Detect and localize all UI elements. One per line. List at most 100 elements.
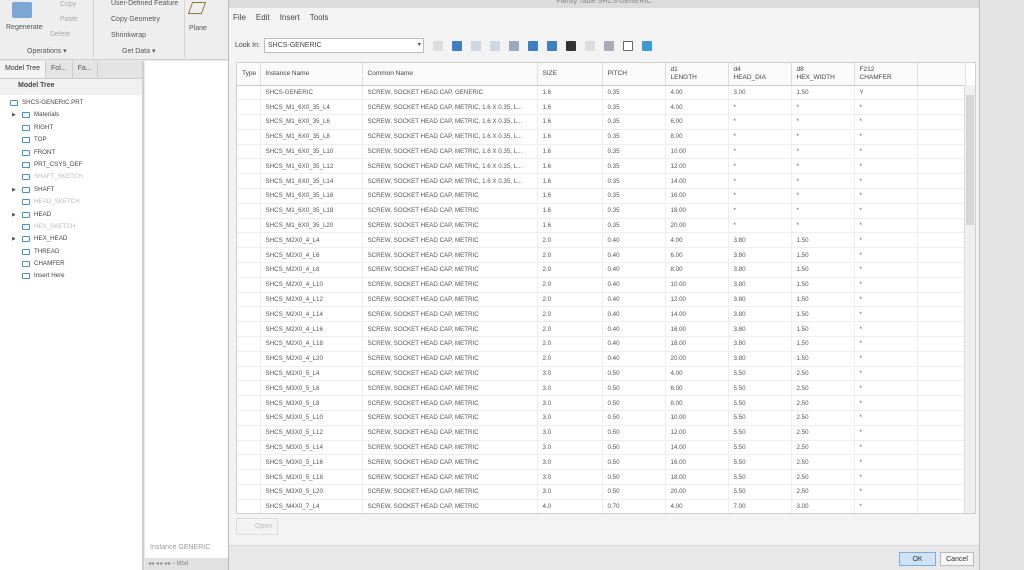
table-cell[interactable]: * (728, 144, 792, 160)
table-cell[interactable]: * (728, 203, 792, 219)
table-cell[interactable]: 5.50 (728, 454, 792, 471)
table-row[interactable]: SHCS_M2X0_4_L14 SCREW, SOCKET HEAD CAP, M… (237, 306, 966, 323)
table-cell[interactable]: SHCS_M1_6X0_35_L16 (260, 188, 363, 204)
table-cell[interactable]: 2.0 (537, 277, 603, 293)
table-cell[interactable]: SCREW, SOCKET HEAD CAP, METRIC (362, 484, 538, 500)
table-row[interactable]: SHCS_M2X0_4_L8 SCREW, SOCKET HEAD CAP, ME… (237, 262, 966, 278)
table-cell[interactable]: SHCS_M3X0_5_L10 (260, 410, 363, 426)
tree-item[interactable]: ▶ HEAD (0, 209, 142, 221)
table-cell[interactable]: 0.50 (602, 410, 666, 426)
udf-button[interactable]: User-Defined Feature (111, 0, 178, 7)
table-cell[interactable]: SHCS_M1_6X0_35_L4 (260, 99, 363, 116)
table-cell[interactable]: 10.00 (665, 277, 729, 293)
table-cell[interactable]: * (728, 129, 792, 145)
table-cell[interactable]: 0.40 (602, 247, 666, 264)
table-row[interactable]: SHCS_M3X0_5_L4 SCREW, SOCKET HEAD CAP, ME… (237, 366, 966, 382)
table-row[interactable]: SHCS_M2X0_4_L16 SCREW, SOCKET HEAD CAP, M… (237, 321, 966, 338)
table-cell[interactable]: 0.35 (602, 203, 666, 219)
table-cell[interactable] (237, 203, 261, 219)
get-data-group[interactable]: Get Data ▾ (122, 47, 155, 55)
regenerate-button[interactable]: Regenerate (6, 24, 43, 31)
table-cell[interactable]: 1.50 (791, 262, 855, 278)
table-cell[interactable]: 0.50 (602, 380, 666, 397)
table-cell[interactable]: SCREW, SOCKET HEAD CAP, METRIC (362, 351, 538, 367)
table-cell[interactable] (237, 173, 261, 190)
tree-item[interactable]: SHCS-GENERIC.PRT (0, 97, 142, 109)
table-cell[interactable]: * (854, 129, 918, 145)
table-cell[interactable]: SHCS_M2X0_4_L16 (260, 321, 363, 338)
table-cell[interactable]: 0.35 (602, 114, 666, 130)
tree-item[interactable]: ▶ Materials (0, 109, 142, 121)
cut-icon[interactable] (451, 40, 462, 51)
table-row[interactable]: SHCS_M2X0_4_L10 SCREW, SOCKET HEAD CAP, M… (237, 277, 966, 293)
table-row[interactable]: SHCS_M3X0_5_L6 SCREW, SOCKET HEAD CAP, ME… (237, 380, 966, 397)
table-cell[interactable]: * (791, 188, 855, 204)
table-cell[interactable]: SHCS_M2X0_4_L14 (260, 306, 363, 323)
table-cell[interactable]: 0.50 (602, 395, 666, 412)
table-cell[interactable]: SCREW, SOCKET HEAD CAP, METRIC (362, 440, 538, 456)
column-header[interactable]: d4 HEAD_DIA (728, 63, 792, 86)
table-row[interactable]: SHCS_M2X0_4_L20 SCREW, SOCKET HEAD CAP, M… (237, 351, 966, 367)
table-cell[interactable] (237, 410, 261, 426)
table-cell[interactable]: SCREW, SOCKET HEAD CAP, METRIC (362, 188, 538, 204)
table-row[interactable]: SHCS_M1_6X0_35_L16 SCREW, SOCKET HEAD CAP… (237, 188, 966, 204)
menu-edit[interactable]: Edit (256, 13, 270, 22)
table-cell[interactable] (237, 380, 261, 397)
table-cell[interactable]: 1.50 (791, 306, 855, 323)
verify-icon[interactable] (622, 40, 633, 51)
open-button[interactable]: Open (236, 518, 278, 535)
table-cell[interactable]: SCREW, SOCKET HEAD CAP, METRIC (362, 277, 538, 293)
table-cell[interactable]: 3.0 (537, 454, 603, 471)
table-cell[interactable] (237, 306, 261, 323)
table-cell[interactable]: * (854, 469, 918, 486)
table-cell[interactable]: 0.40 (602, 292, 666, 308)
table-cell[interactable]: 1.50 (791, 277, 855, 293)
table-cell[interactable]: 20.00 (665, 484, 729, 500)
table-cell[interactable]: 10.00 (665, 144, 729, 160)
column-header[interactable]: Type (237, 63, 261, 86)
table-cell[interactable] (237, 395, 261, 412)
table-cell[interactable]: SHCS_M3X0_5_L14 (260, 440, 363, 456)
table-cell[interactable]: 0.50 (602, 454, 666, 471)
table-cell[interactable]: 0.50 (602, 469, 666, 486)
table-cell[interactable]: SCREW, SOCKET HEAD CAP, METRIC (362, 321, 538, 338)
cancel-button[interactable]: Cancel (940, 552, 974, 566)
sort-icon[interactable] (508, 40, 519, 51)
tree-item[interactable]: FRONT (0, 147, 142, 159)
table-cell[interactable]: 14.00 (665, 173, 729, 190)
table-cell[interactable]: 3.80 (728, 262, 792, 278)
table-row[interactable]: SHCS_M2X0_4_L4 SCREW, SOCKET HEAD CAP, ME… (237, 232, 966, 249)
column-header[interactable]: Common Name (362, 63, 538, 86)
table-cell[interactable]: SCREW, SOCKET HEAD CAP, METRIC (362, 336, 538, 352)
table-cell[interactable]: 1.6 (537, 144, 603, 160)
up-level-icon[interactable] (432, 40, 443, 51)
table-cell[interactable]: SHCS_M4X0_7_L4 (260, 499, 363, 513)
expand-arrow-icon[interactable]: ▶ (12, 233, 16, 245)
table-cell[interactable]: 1.50 (791, 336, 855, 352)
expand-arrow-icon[interactable]: ▶ (12, 209, 16, 221)
table-cell[interactable]: 0.40 (602, 306, 666, 323)
table-row[interactable]: SHCS_M2X0_4_L18 SCREW, SOCKET HEAD CAP, M… (237, 336, 966, 352)
table-cell[interactable]: 3.0 (537, 366, 603, 382)
table-cell[interactable]: SHCS_M3X0_5_L4 (260, 366, 363, 382)
table-cell[interactable]: 1.50 (791, 351, 855, 367)
tab-model-tree[interactable]: Model Tree (0, 61, 47, 78)
table-row[interactable]: SHCS_M1_6X0_35_L14 SCREW, SOCKET HEAD CAP… (237, 173, 966, 190)
table-cell[interactable] (237, 321, 261, 338)
table-cell[interactable]: 4.00 (665, 85, 729, 101)
table-cell[interactable]: SHCS_M1_6X0_35_L20 (260, 218, 363, 234)
table-cell[interactable]: 3.80 (728, 351, 792, 367)
table-cell[interactable]: 4.00 (665, 366, 729, 382)
column-header[interactable]: Instance Name (260, 63, 363, 86)
table-cell[interactable]: 3.00 (728, 85, 792, 101)
table-cell[interactable]: 3.80 (728, 292, 792, 308)
table-cell[interactable]: 3.0 (537, 469, 603, 486)
table-cell[interactable]: SHCS_M1_6X0_35_L14 (260, 173, 363, 190)
expand-arrow-icon[interactable]: ▶ (12, 109, 16, 121)
table-cell[interactable]: * (854, 380, 918, 397)
tree-item[interactable]: TOP (0, 134, 142, 146)
menu-insert[interactable]: Insert (280, 13, 300, 22)
table-cell[interactable] (237, 292, 261, 308)
table-cell[interactable] (237, 129, 261, 145)
column-header[interactable] (917, 63, 966, 86)
